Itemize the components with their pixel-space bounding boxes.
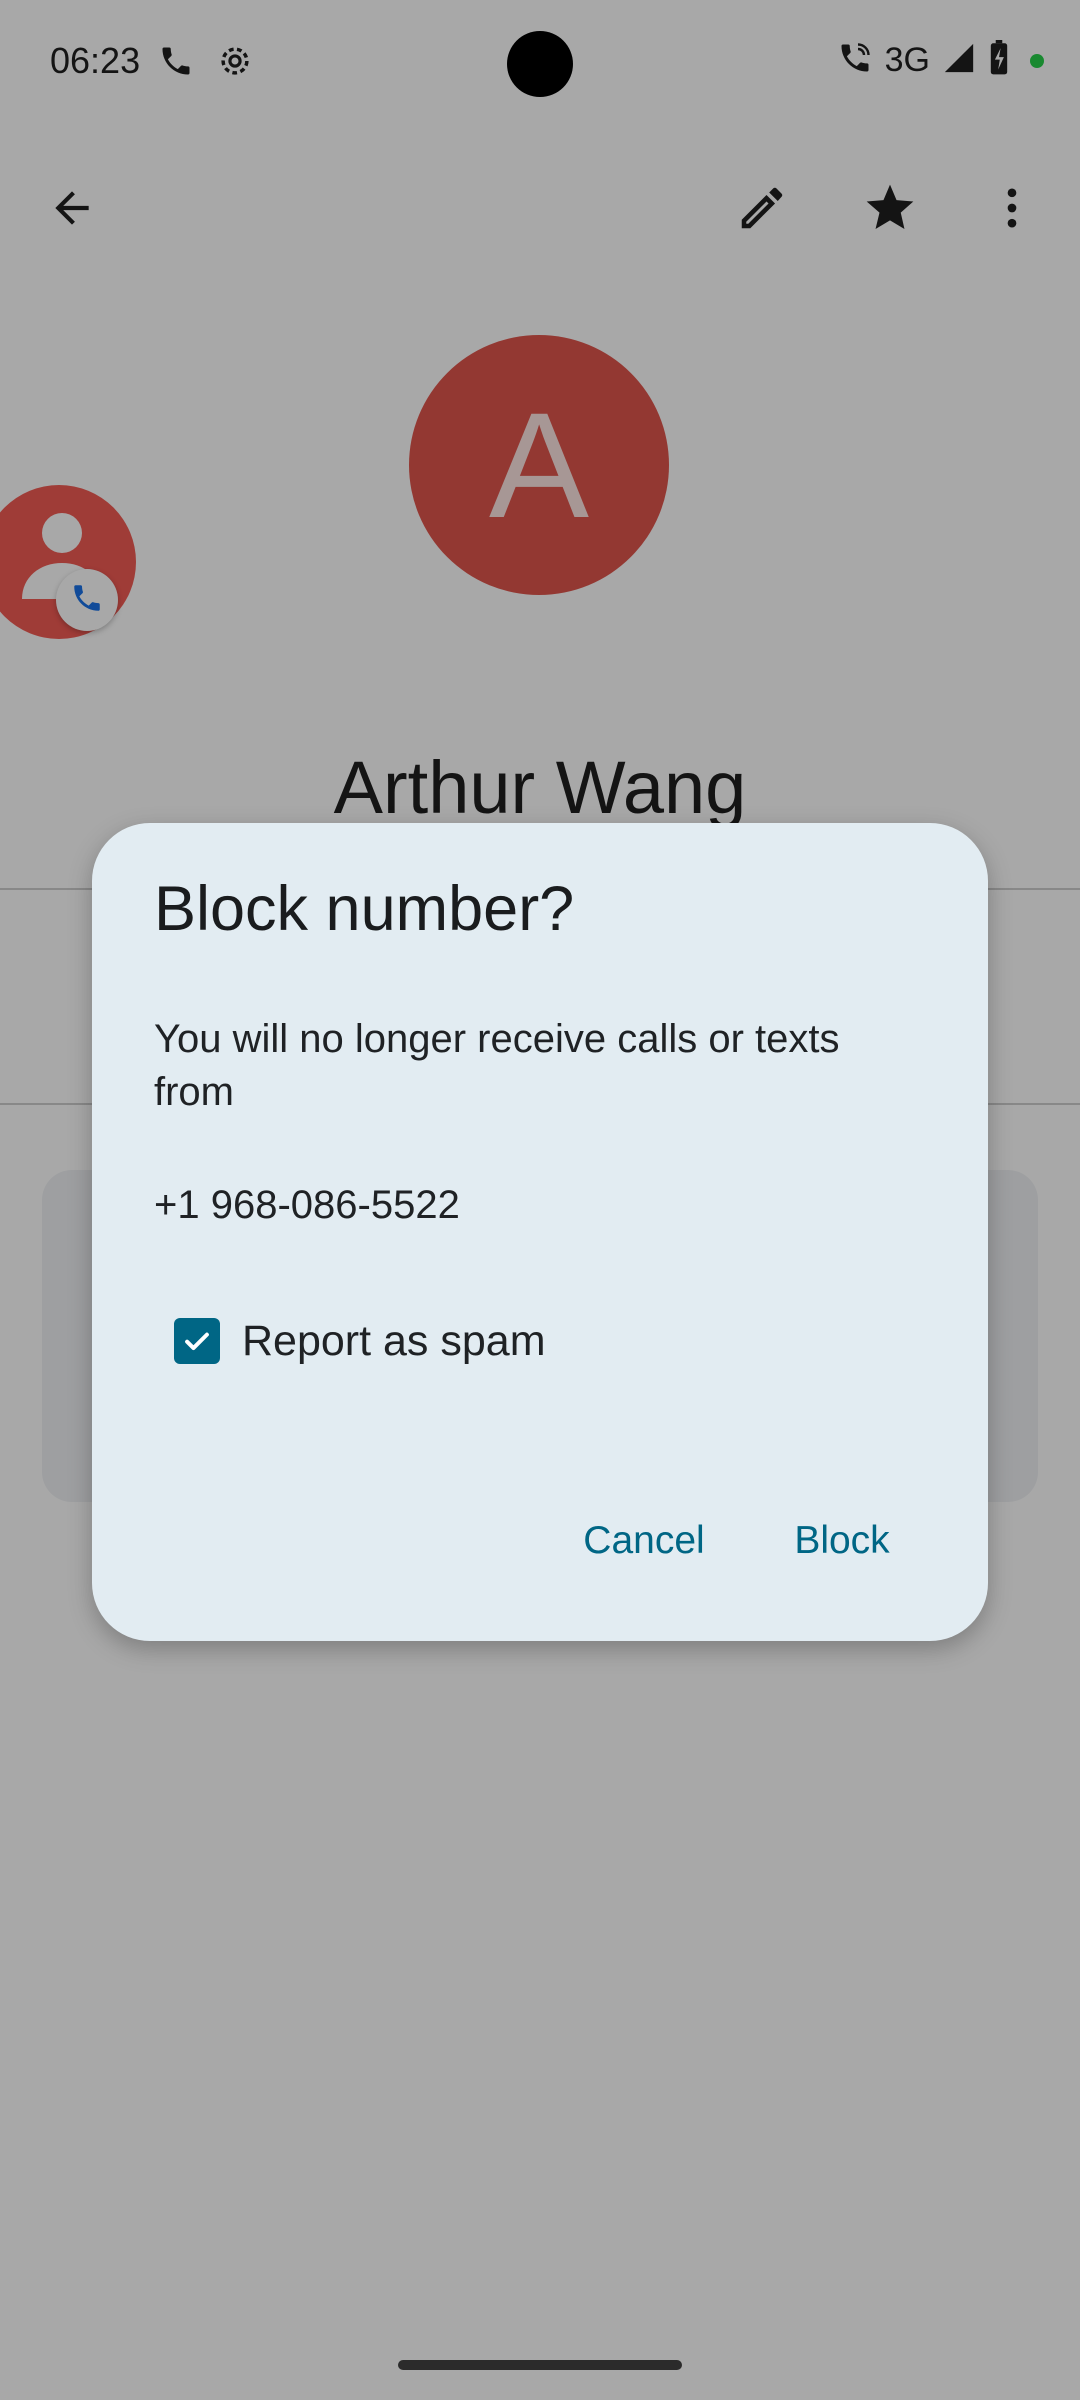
gesture-nav-bar[interactable] bbox=[398, 2360, 682, 2370]
block-number-dialog: Block number? You will no longer receive… bbox=[92, 823, 988, 1641]
checkbox-label: Report as spam bbox=[242, 1316, 546, 1365]
contact-screen: 06:23 3G A Arthur Wang Block number? You… bbox=[0, 0, 1080, 2400]
checkbox-checked-icon[interactable] bbox=[174, 1318, 220, 1364]
dialog-title: Block number? bbox=[154, 874, 575, 944]
block-button[interactable]: Block bbox=[758, 1478, 926, 1604]
cancel-button[interactable]: Cancel bbox=[552, 1478, 736, 1604]
phone-number: +1 968-086-5522 bbox=[154, 1183, 460, 1227]
dialog-message: You will no longer receive calls or text… bbox=[154, 1017, 840, 1114]
report-spam-checkbox[interactable]: Report as spam bbox=[154, 1278, 928, 1404]
